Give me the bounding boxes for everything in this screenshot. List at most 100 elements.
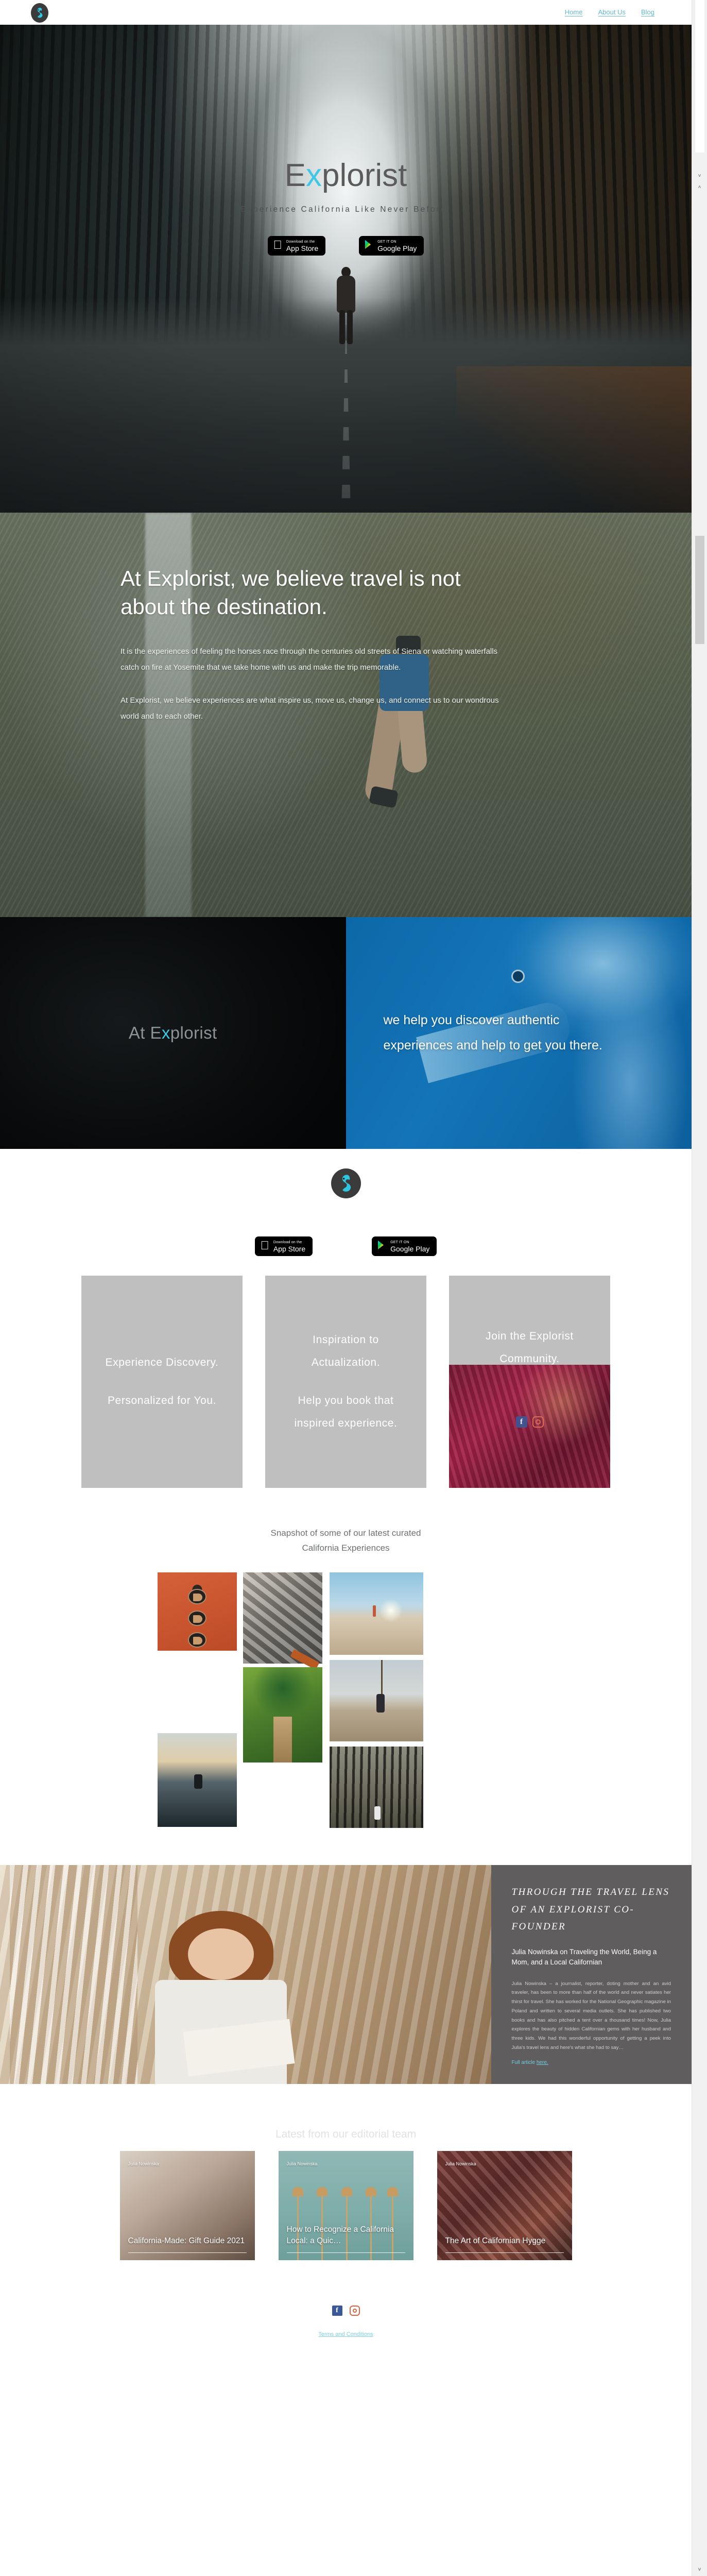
google-play-badge-small: GET IT ON [388, 1240, 409, 1244]
blog-card-3-rule [445, 2252, 564, 2253]
split-left-title: At Explorist [129, 1023, 217, 1043]
feature-card-2-line1: Inspiration to Actualization. [311, 1333, 381, 1368]
feature-card-community[interactable]: f Join the Explorist Community. [449, 1276, 610, 1488]
split-left-panel: At Explorist [0, 917, 346, 1149]
google-play-badge-small: GET IT ON [375, 240, 396, 244]
instagram-icon[interactable] [349, 2305, 360, 2316]
google-play-badge[interactable]: GET IT ON Google Play [359, 236, 424, 256]
cofounder-body: Julia Nowinska – a journalist, reporter,… [511, 1980, 671, 2050]
facebook-icon[interactable]: f [515, 1416, 527, 1428]
blog-card-1-author: Julia Nowinska [128, 2161, 159, 2166]
blog-card-hygge[interactable]: Julia Nowinska The Art of Californian Hy… [437, 2150, 572, 2260]
feature-card-1-line2: Personalized for You. [107, 1395, 217, 1406]
hero-subtitle: Experience California Like Never Before. [240, 205, 451, 214]
terms-and-conditions-link[interactable]: Terms and Conditions [318, 2331, 373, 2337]
blog-card-california-local[interactable]: Julia Nowinska How to Recognize a Califo… [278, 2150, 413, 2260]
scrollbar-up-arrow[interactable]: ˄ [692, 181, 707, 193]
footer-terms: Terms and Conditions [0, 2331, 692, 2337]
cofounder-text-panel: THROUGH THE TRAVEL LENS OF AN EXPLORIST … [491, 1865, 692, 2084]
gallery-image-green-tunnel-bridge[interactable] [243, 1667, 322, 1762]
split-left-accent-letter: x [161, 1023, 170, 1042]
gallery-image-rope-swing[interactable] [330, 1659, 423, 1741]
hero-section: Explorist Experience California Like Nev… [0, 25, 692, 513]
nav-links: Home About Us Blog [565, 8, 654, 16]
hero-content: Explorist Experience California Like Nev… [0, 160, 692, 256]
explorist-swan-logo-icon[interactable] [31, 3, 48, 23]
snapshot-heading-line1: Snapshot of some of our latest curated [270, 1528, 421, 1538]
believe-section: At Explorist, we believe travel is not a… [0, 513, 692, 917]
scrollbar-down-arrow[interactable]: ˅ [692, 170, 707, 181]
gallery-image-redwood-forest[interactable] [330, 1746, 423, 1828]
nav-item-about-us[interactable]: About Us [598, 8, 625, 16]
hero-title-prefix: E [284, 158, 306, 193]
snapshot-heading: Snapshot of some of our latest curated C… [0, 1526, 692, 1556]
facebook-icon[interactable]: f [332, 2305, 342, 2316]
page-root: Home About Us Blog Explorist Experience … [0, 0, 692, 2348]
hero-title-accent-letter: x [305, 158, 322, 193]
snapshot-gallery [0, 1567, 692, 1835]
feature-card-1-line1: Experience Discovery. [105, 1356, 219, 1368]
community-social-icons: f [515, 1416, 544, 1428]
mid-store-badges:  Download on the App Store [0, 1236, 692, 1256]
cofounder-link-prefix: Full article [511, 2059, 537, 2065]
page-scrollbar[interactable]: ˅ ˄ ˅ [692, 0, 707, 2576]
gallery-image-dry-lakebed[interactable] [330, 1572, 423, 1655]
split-right-panel: we help you discover authentic experienc… [346, 917, 692, 1149]
cofounder-kicker: THROUGH THE TRAVEL LENS OF AN EXPLORIST … [511, 1886, 670, 1933]
blog-cards-row: Julia Nowinska California-Made: Gift Gui… [0, 2150, 692, 2260]
explorist-swan-logo-icon-large[interactable] [331, 1168, 361, 1198]
split-section: At Explorist we help you discover authen… [0, 917, 692, 1149]
split-left-suffix: plorist [170, 1023, 217, 1042]
feature-card-3-line1: Join the Explorist Community. [486, 1330, 574, 1365]
split-right-text: we help you discover authentic experienc… [383, 1013, 602, 1053]
blog-card-1-rule [128, 2252, 247, 2253]
cofounder-article-link-wrap: Full article here. [512, 2060, 671, 2065]
hero-title-suffix: plorist [321, 158, 407, 193]
app-store-badge-small: Download on the [279, 240, 315, 244]
nav-item-home[interactable]: Home [565, 8, 583, 16]
snapshot-heading-line2: California Experiences [302, 1543, 390, 1553]
gallery-image-oysters[interactable] [243, 1572, 322, 1670]
google-play-icon [365, 240, 373, 252]
cofounder-section: THROUGH THE TRAVEL LENS OF AN EXPLORIST … [0, 1865, 692, 2084]
blog-card-3-author: Julia Nowinska [445, 2161, 476, 2166]
apple-icon:  [261, 1240, 269, 1251]
feature-card-discovery[interactable]: Experience Discovery. Personalized for Y… [81, 1276, 243, 1488]
scrollbar-track-top [695, 0, 704, 152]
believe-paragraph-2: At Explorist, we believe experiences are… [120, 696, 499, 721]
footer-social-icons: f [0, 2305, 692, 2316]
scrollbar-thumb[interactable] [695, 536, 704, 644]
split-left-prefix: At E [128, 1023, 162, 1042]
gallery-image-surfer[interactable] [158, 1733, 237, 1827]
blog-card-2-author: Julia Nowinska [286, 2161, 318, 2166]
cofounder-photo [0, 1865, 491, 2084]
apple-icon:  [273, 239, 282, 251]
google-play-icon [377, 1240, 386, 1252]
feature-card-2-line2: Help you book that inspired experience. [294, 1395, 398, 1430]
blog-card-gift-guide[interactable]: Julia Nowinska California-Made: Gift Gui… [119, 2150, 255, 2260]
instagram-icon[interactable] [532, 1416, 544, 1428]
blog-card-2-title: How to Recognize a California Local: a Q… [286, 2225, 394, 2246]
believe-paragraph-1: It is the experiences of feeling the hor… [120, 647, 498, 672]
blog-section-heading: Latest from our editorial team [275, 2128, 417, 2140]
app-store-badge-big: App Store [266, 1244, 305, 1253]
app-store-badge[interactable]:  Download on the App Store [267, 236, 326, 256]
scrollbar-bottom-arrow[interactable]: ˅ [692, 2567, 707, 2573]
blog-card-2-rule [286, 2252, 405, 2253]
nav-item-blog[interactable]: Blog [641, 8, 654, 16]
mid-logo-block:  Download on the App Store [0, 1149, 692, 1256]
cofounder-article-link[interactable]: here. [537, 2060, 548, 2065]
page-footer: f Terms and Conditions [0, 2260, 692, 2348]
app-store-badge-mid[interactable]:  Download on the App Store [254, 1236, 313, 1256]
hero-background-image [0, 25, 692, 513]
google-play-badge-mid[interactable]: GET IT ON Google Play [372, 1236, 437, 1256]
feature-cards-row: Experience Discovery. Personalized for Y… [0, 1276, 692, 1488]
hero-store-badges:  Download on the App Store [0, 236, 692, 256]
community-photo: f [449, 1365, 610, 1488]
google-play-badge-big: Google Play [388, 1244, 429, 1253]
top-navigation-bar: Home About Us Blog [0, 0, 692, 25]
feature-card-actualization[interactable]: Inspiration to Actualization. Help you b… [265, 1276, 426, 1488]
gallery-image-fortune-cookies[interactable] [158, 1572, 237, 1651]
believe-heading: At Explorist, we believe travel is not a… [120, 566, 461, 619]
cofounder-subtitle: Julia Nowinska on Traveling the World, B… [511, 1948, 657, 1967]
